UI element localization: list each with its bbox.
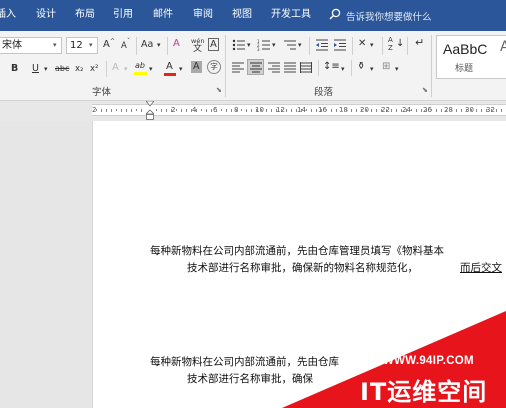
watermark-logo-text: IT运维空间 xyxy=(360,378,488,406)
watermark-triangle xyxy=(282,311,506,408)
watermark-url: WWW.94IP.COM xyxy=(383,355,474,367)
word-window: { "tabs": [ {"label": "插入"}, {"label": "… xyxy=(0,0,506,408)
